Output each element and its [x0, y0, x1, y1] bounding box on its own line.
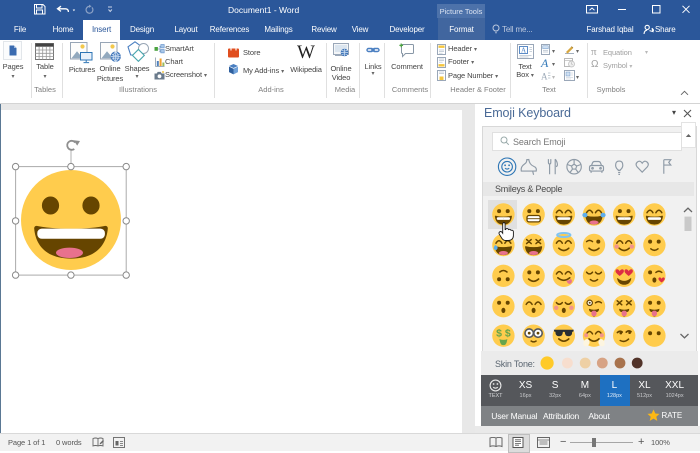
- svg-text:A: A: [541, 72, 548, 82]
- svg-text:A: A: [521, 47, 526, 55]
- svg-text:$: $: [505, 327, 511, 339]
- svg-text:$: $: [496, 327, 502, 339]
